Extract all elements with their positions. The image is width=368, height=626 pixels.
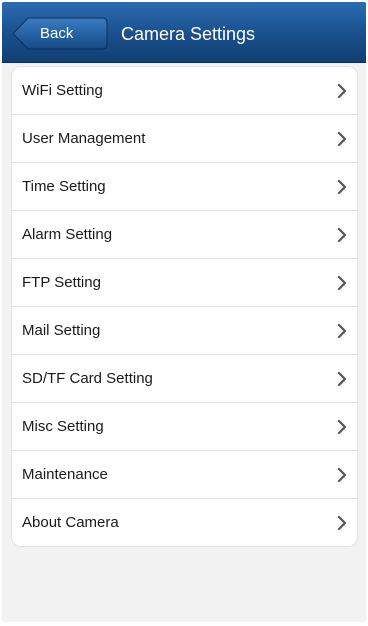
chevron-right-icon [337,132,347,146]
back-button[interactable]: Back [12,17,108,50]
chevron-right-icon [337,420,347,434]
menu-item-alarm-setting[interactable]: Alarm Setting [12,211,357,259]
chevron-right-icon [337,468,347,482]
back-button-label: Back [40,25,74,42]
menu-item-sd-tf-card-setting[interactable]: SD/TF Card Setting [12,355,357,403]
menu-item-label: Mail Setting [22,322,101,339]
menu-item-label: Maintenance [22,466,108,483]
menu-item-label: User Management [22,130,146,147]
menu-item-misc-setting[interactable]: Misc Setting [12,403,357,451]
chevron-right-icon [337,180,347,194]
menu-item-about-camera[interactable]: About Camera [12,499,357,546]
menu-item-mail-setting[interactable]: Mail Setting [12,307,357,355]
chevron-right-icon [337,276,347,290]
menu-item-label: Time Setting [22,178,106,195]
nav-bar: Back Camera Settings [2,2,366,63]
chevron-right-icon [337,84,347,98]
menu-item-wifi-setting[interactable]: WiFi Setting [12,67,357,115]
menu-item-user-management[interactable]: User Management [12,115,357,163]
menu-item-label: FTP Setting [22,274,101,291]
chevron-right-icon [337,228,347,242]
settings-menu: WiFi Setting User Management Time Settin… [12,67,357,546]
menu-item-label: WiFi Setting [22,82,103,99]
chevron-right-icon [337,516,347,530]
page-title: Camera Settings [121,24,256,44]
menu-item-maintenance[interactable]: Maintenance [12,451,357,499]
menu-item-time-setting[interactable]: Time Setting [12,163,357,211]
menu-item-ftp-setting[interactable]: FTP Setting [12,259,357,307]
menu-item-label: Alarm Setting [22,226,113,243]
menu-item-label: About Camera [22,514,119,531]
menu-item-label: SD/TF Card Setting [22,370,153,387]
app-window: Back Camera Settings WiFi Setting User M… [2,2,366,622]
menu-item-label: Misc Setting [22,418,104,435]
chevron-right-icon [337,324,347,338]
chevron-right-icon [337,372,347,386]
